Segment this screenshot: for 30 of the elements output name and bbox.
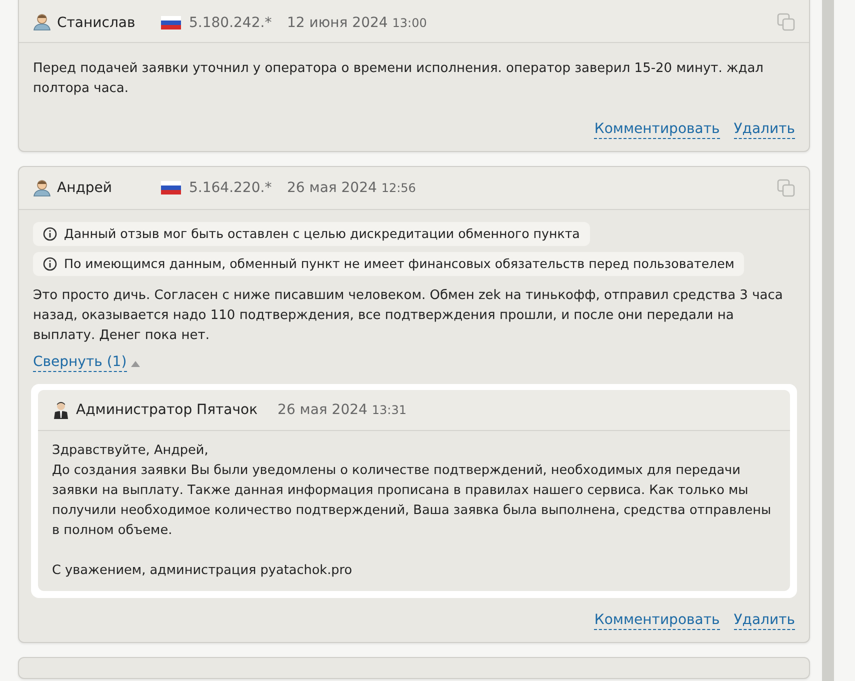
review-date: 26 мая 2024 12:56	[287, 180, 416, 196]
author-name: Станислав	[57, 15, 136, 31]
info-icon	[43, 256, 57, 270]
copy-button[interactable]	[777, 179, 795, 197]
user-avatar-icon	[33, 13, 51, 31]
copy-icon	[777, 13, 795, 31]
ip-address: 5.180.242.*	[189, 15, 272, 31]
review-date: 26 мая 2024 13:31	[278, 402, 406, 418]
collapse-link[interactable]: Свернуть (1)	[33, 354, 127, 372]
comment-link[interactable]: Комментировать	[594, 121, 720, 139]
reply-text: С уважением, администрация pyatachok.pro	[52, 562, 354, 580]
flag-icon	[161, 16, 181, 30]
notice-text: Данный отзыв мог быть оставлен с целью дискредитации обменного пункта	[64, 226, 580, 241]
reply-text: Здравствуйте, Андрей, До создания заявки Вы были уведомлены о количестве подтверждений, необходимых для передачи заявки на выплату. Также данная информация прописана в правилах нашего сервиса. Как только мы получили необходимое количество подтверждений, Ваша заявка была выполнена, средства отправлены в полном объеме.	[52, 442, 772, 540]
comment-link[interactable]: Комментировать	[594, 612, 720, 630]
review-date: 12 июня 2024 13:00	[287, 15, 427, 31]
ip-address: 5.164.220.*	[189, 180, 272, 196]
delete-link[interactable]: Удалить	[734, 612, 795, 630]
author-name: Андрей	[57, 180, 114, 196]
copy-button[interactable]	[777, 13, 795, 31]
delete-link[interactable]: Удалить	[734, 121, 795, 139]
review-text: Это просто дичь. Согласен с ниже писавшим человеком. Обмен zek на тинькофф, отправил средства 3 часа назад, оказывается надо 110 подтверждения, все подтверждения прошли, и после они передали на выплату. Денег пока нет.	[33, 287, 784, 345]
user-avatar-icon	[33, 179, 51, 197]
info-icon	[43, 226, 57, 240]
flag-icon	[161, 181, 181, 195]
review-text: Перед подачей заявки уточнил у оператора о времени исполнения. оператор заверил 15-20 минут. ждал полтора часа.	[33, 60, 764, 98]
copy-icon	[777, 179, 795, 197]
admin-avatar-icon	[52, 401, 70, 419]
author-name: Администратор Пятачок	[76, 402, 258, 418]
notice-text: По имеющимся данным, обменный пункт не имеет финансовых обязательств перед пользователем	[64, 256, 734, 271]
